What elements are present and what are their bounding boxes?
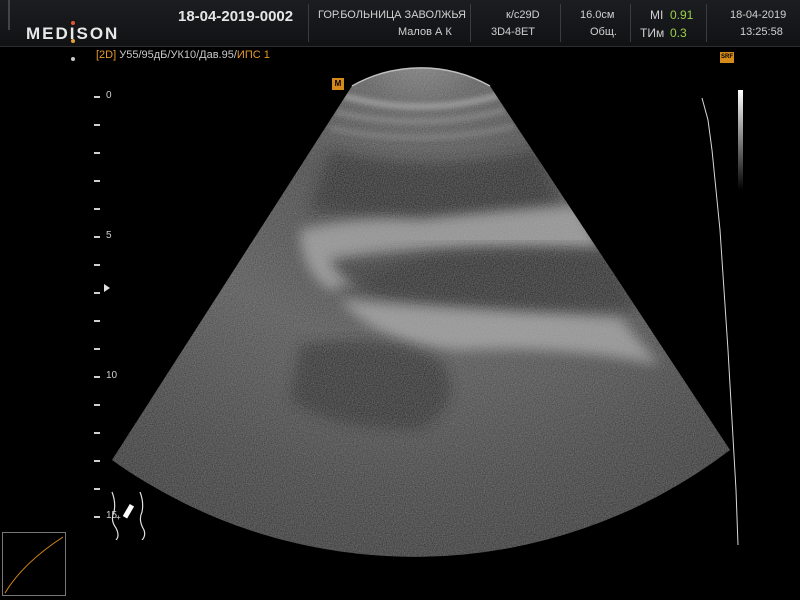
tgc-curve bbox=[701, 97, 739, 546]
medison-logo: MEDISON bbox=[8, 6, 117, 61]
probe-label: 3D4-8ET bbox=[491, 26, 536, 38]
depth-label-5: 5 bbox=[106, 230, 112, 241]
preset-label: к/с29D bbox=[506, 9, 540, 21]
depth-scale: 0 5 10 15 bbox=[94, 90, 124, 536]
patient-id: 18-04-2019-0002 bbox=[178, 8, 294, 25]
mi-label: MI bbox=[650, 8, 664, 22]
body-mark-icon: + bbox=[111, 491, 146, 540]
hospital-name: ГОР.БОЛЬНИЦА ЗАВОЛЖЬЯ bbox=[318, 9, 466, 21]
gamma-curve-icon bbox=[4, 536, 64, 594]
post-processing-curve bbox=[2, 532, 66, 596]
depth-readout: 16.0см bbox=[580, 9, 615, 21]
depth-label-10: 10 bbox=[106, 370, 118, 381]
tim-label: ТИм bbox=[640, 26, 665, 40]
mi-value: 0.91 bbox=[670, 8, 694, 22]
application-label: Общ. bbox=[590, 26, 617, 38]
exam-time: 13:25:58 bbox=[740, 26, 783, 38]
top-info-bar: MEDISON 18-04-2019-0002 ГОР.БОЛЬНИЦА ЗАВ… bbox=[0, 0, 800, 61]
tim-value: 0.3 bbox=[670, 26, 687, 40]
doctor-name: Малов А К bbox=[398, 26, 452, 38]
depth-label-0: 0 bbox=[106, 90, 112, 101]
logo-text: MEDISON bbox=[26, 24, 120, 43]
svg-text:+: + bbox=[116, 513, 121, 522]
exam-date: 18-04-2019 bbox=[730, 9, 787, 21]
